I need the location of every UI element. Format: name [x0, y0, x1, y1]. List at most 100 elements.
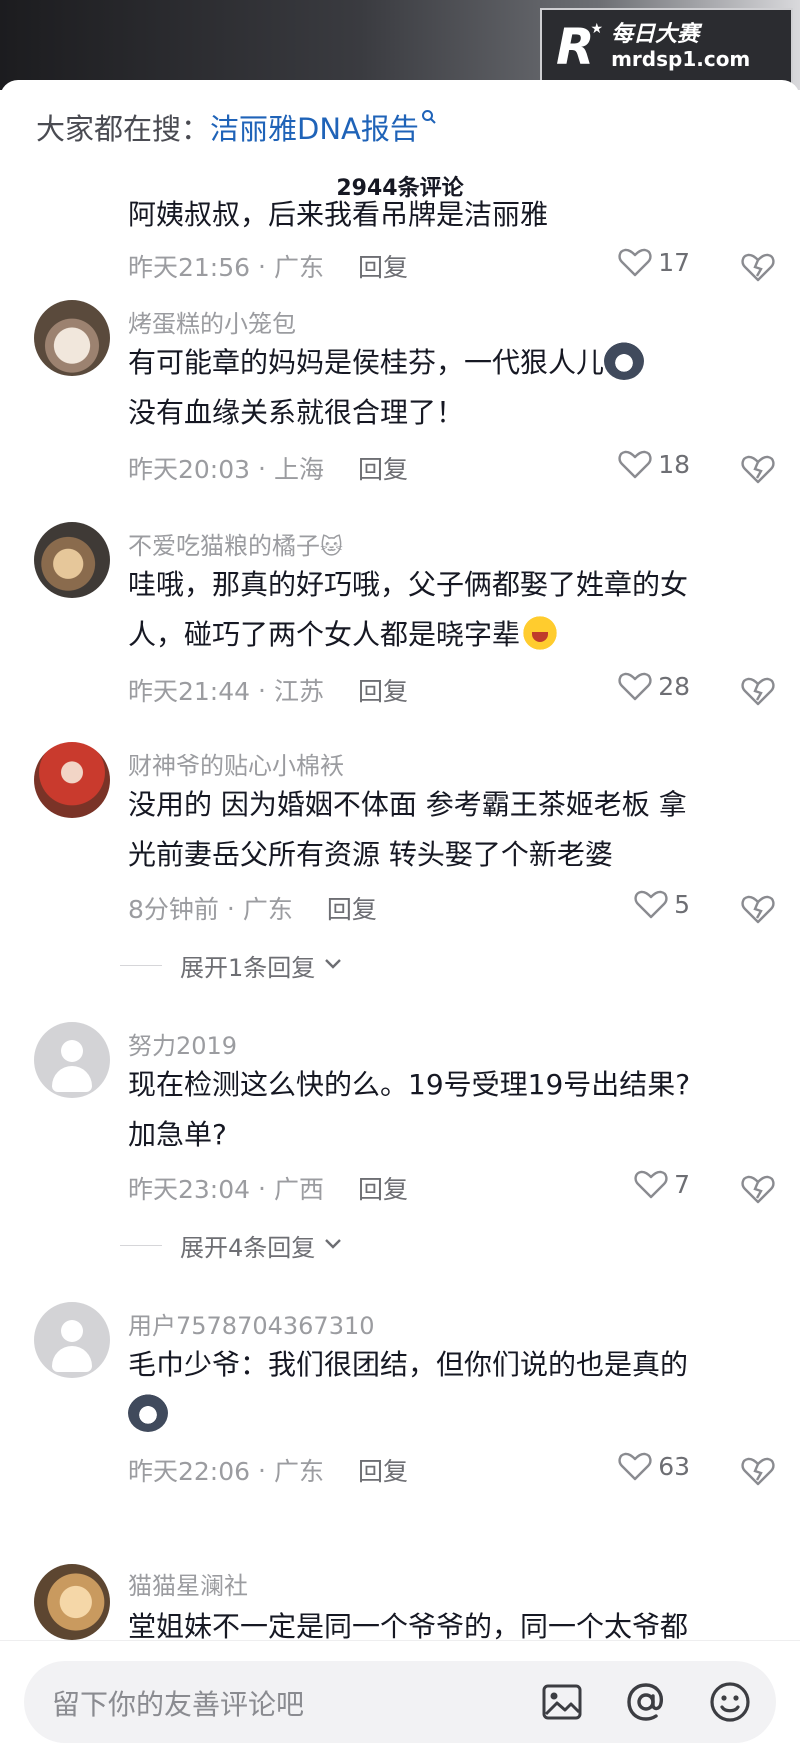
comment-username[interactable]: 财神爷的贴心小棉袄	[128, 746, 344, 781]
like-button[interactable]: 28	[618, 670, 690, 702]
watermark-url-text: mrdsp1.com	[611, 47, 751, 72]
expand-replies-button[interactable]: 展开1条回复	[120, 948, 343, 983]
comment-input-placeholder: 留下你的友善评论吧	[52, 1688, 305, 1721]
watermark-cn-text: 每日大赛	[611, 21, 700, 47]
image-button[interactable]	[540, 1680, 584, 1724]
expand-replies-button[interactable]: 展开4条回复	[120, 1228, 343, 1263]
search-icon	[421, 109, 437, 130]
laughing-emoji-icon	[520, 614, 561, 652]
comment-time: 8分钟前	[128, 895, 219, 924]
avatar[interactable]	[34, 742, 110, 818]
comment-line: 哇哦，那真的好巧哦，父子俩都娶了姓章的女	[128, 568, 689, 601]
comment-item: 阿姨叔叔，后来我看吊牌是洁丽雅 昨天21:56 · 广东 回复 17	[0, 198, 800, 310]
heart-icon	[618, 1452, 652, 1481]
comment-location: 广东	[242, 895, 293, 924]
comment-text: 阿姨叔叔，后来我看吊牌是洁丽雅	[128, 198, 768, 238]
heart-icon	[618, 450, 652, 479]
watermark-logo: R ★ 每日大赛 mrdsp1.com	[540, 8, 793, 86]
search-suggestion-label: 大家都在搜：	[36, 112, 211, 146]
comment-text: 现在检测这么快的么。19号受理19号出结果? 加急单?	[128, 1060, 768, 1160]
reply-button[interactable]: 回复	[358, 1452, 408, 1488]
expand-replies-label: 展开4条回复	[180, 1234, 316, 1262]
comment-location: 广东	[274, 253, 325, 282]
like-button[interactable]: 7	[634, 1168, 690, 1200]
comment-time: 昨天20:03	[128, 455, 251, 484]
comment-input-bar: 留下你的友善评论吧	[0, 1640, 800, 1764]
comment-line: 没有血缘关系就很合理了！	[128, 396, 465, 429]
like-button[interactable]: 17	[618, 246, 690, 278]
avatar[interactable]	[34, 1302, 110, 1378]
comment-location: 上海	[274, 455, 325, 484]
like-count: 18	[658, 449, 690, 479]
chevron-down-icon	[323, 1235, 343, 1256]
reply-button[interactable]: 回复	[358, 672, 408, 708]
comment-time: 昨天21:56	[128, 253, 251, 282]
reply-button[interactable]: 回复	[358, 248, 408, 284]
comment-text: 哇哦，那真的好巧哦，父子俩都娶了姓章的女 人，碰巧了两个女人都是晓字辈	[128, 560, 768, 660]
comment-line: 毛巾少爷：我们很团结，但你们说的也是真的	[128, 1348, 689, 1381]
like-count: 7	[674, 1169, 690, 1199]
dislike-heart-icon[interactable]	[740, 1170, 776, 1206]
avatar[interactable]	[34, 522, 110, 598]
heart-icon	[618, 248, 652, 277]
wolf-emoji-icon	[604, 342, 645, 380]
comment-location: 广西	[274, 1175, 325, 1204]
comment-username[interactable]: 烤蛋糕的小笼包	[128, 304, 296, 339]
like-count: 63	[658, 1451, 690, 1481]
comment-username[interactable]: 用户7578704367310	[128, 1306, 375, 1341]
expand-replies-label: 展开1条回复	[180, 954, 316, 982]
smiley-icon	[710, 1682, 750, 1722]
heart-icon	[618, 672, 652, 701]
like-button[interactable]: 18	[618, 448, 690, 480]
wolf-emoji-icon	[128, 1394, 168, 1432]
comment-location: 江苏	[274, 677, 325, 706]
dislike-heart-icon[interactable]	[740, 248, 776, 284]
dislike-heart-icon[interactable]	[740, 450, 776, 486]
cat-emoji-icon: 🐱	[320, 535, 343, 560]
reply-button[interactable]: 回复	[358, 1170, 408, 1206]
comments-sheet: 大家都在搜： 洁丽雅DNA报告 2944条评论 阿姨叔叔，后来我看吊牌是洁丽雅 …	[0, 80, 800, 1764]
comment-time: 昨天21:44	[128, 677, 251, 706]
reply-button[interactable]: 回复	[358, 450, 408, 486]
image-icon	[542, 1684, 582, 1720]
comment-text: 没用的 因为婚姻不体面 参考霸王茶姬老板 拿 光前妻岳父所有资源 转头娶了个新老…	[128, 780, 768, 880]
emoji-button[interactable]	[708, 1680, 752, 1724]
like-button[interactable]: 63	[618, 1450, 690, 1482]
like-count: 17	[658, 247, 690, 277]
comment-username[interactable]: 努力2019	[128, 1026, 237, 1061]
comment-input[interactable]: 留下你的友善评论吧	[24, 1661, 776, 1743]
chevron-down-icon	[323, 955, 343, 976]
comment-username[interactable]: 猫猫星澜社	[128, 1566, 248, 1601]
reply-button[interactable]: 回复	[327, 890, 377, 926]
comment-line: 光前妻岳父所有资源 转头娶了个新老婆	[128, 838, 613, 871]
comment-line: 现在检测这么快的么。19号受理19号出结果?	[128, 1068, 691, 1101]
dislike-heart-icon[interactable]	[740, 672, 776, 708]
avatar[interactable]	[34, 300, 110, 376]
comment-time: 昨天22:06	[128, 1457, 251, 1486]
dislike-heart-icon[interactable]	[740, 1452, 776, 1488]
mention-button[interactable]	[624, 1680, 668, 1724]
comment-location: 广东	[274, 1457, 325, 1486]
like-count: 28	[658, 671, 690, 701]
like-button[interactable]: 5	[634, 888, 690, 920]
watermark-r-logo: R	[556, 18, 595, 76]
watermark-star-icon: ★	[590, 21, 604, 37]
like-count: 5	[674, 889, 690, 919]
avatar[interactable]	[34, 1022, 110, 1098]
dislike-heart-icon[interactable]	[740, 890, 776, 926]
comment-line: 没用的 因为婚姻不体面 参考霸王茶姬老板 拿	[128, 788, 687, 821]
comment-text: 有可能章的妈妈是侯桂芬，一代狠人儿 没有血缘关系就很合理了！	[128, 338, 768, 438]
comment-line: 阿姨叔叔，后来我看吊牌是洁丽雅	[128, 198, 549, 231]
heart-icon	[634, 1170, 668, 1199]
search-suggestion-term[interactable]: 洁丽雅DNA报告	[210, 106, 419, 148]
comment-line: 加急单?	[128, 1118, 227, 1151]
comment-text: 毛巾少爷：我们很团结，但你们说的也是真的	[128, 1340, 768, 1440]
heart-icon	[634, 890, 668, 919]
comment-line: 人，碰巧了两个女人都是晓字辈	[128, 618, 521, 651]
comment-username[interactable]: 不爱吃猫粮的橘子🐱	[128, 526, 343, 561]
search-suggestion[interactable]: 大家都在搜： 洁丽雅DNA报告	[36, 106, 437, 148]
at-icon	[627, 1683, 663, 1721]
comment-line: 有可能章的妈妈是侯桂芬，一代狠人儿	[128, 346, 605, 379]
avatar[interactable]	[34, 1564, 110, 1640]
comment-time: 昨天23:04	[128, 1175, 251, 1204]
